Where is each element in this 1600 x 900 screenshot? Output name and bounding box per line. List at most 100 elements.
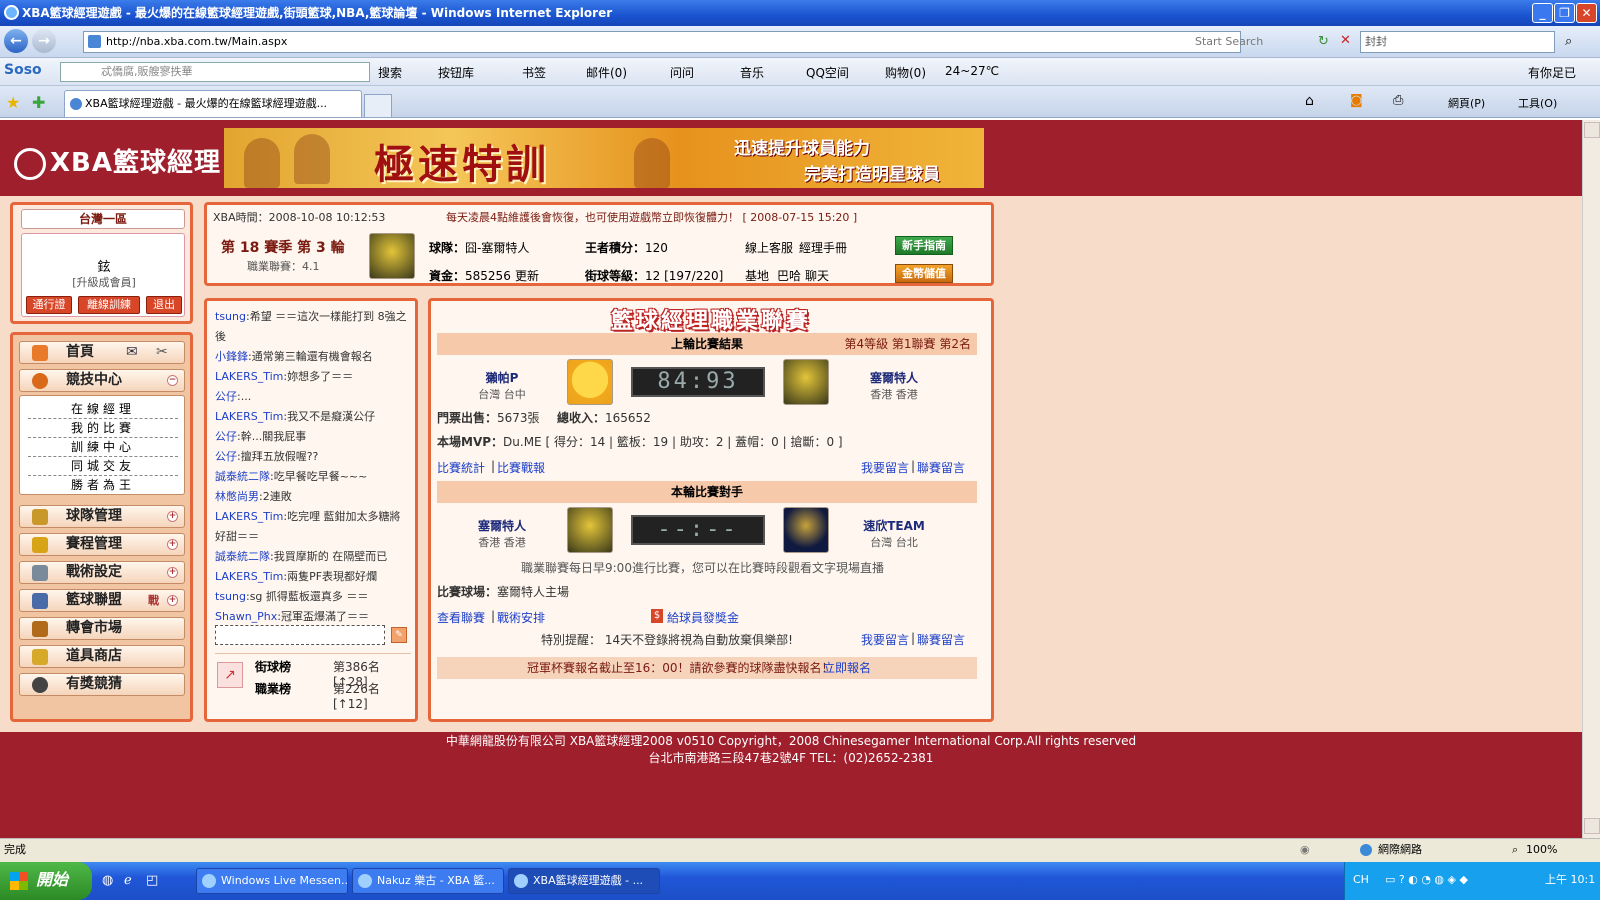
leave-message-link[interactable]: 我要留言: [861, 459, 909, 476]
maximize-button[interactable]: ❐: [1554, 3, 1575, 23]
chat-input[interactable]: [215, 625, 385, 645]
promo-banner[interactable]: 極速特訓 迅速提升球員能力 完美打造明星球員: [224, 128, 984, 188]
toolbar-item-weather[interactable]: 24~27℃: [945, 64, 999, 78]
manual-link[interactable]: 經理手冊: [799, 239, 847, 256]
menu-shop[interactable]: 道具商店: [19, 645, 185, 668]
next-away-team-name[interactable]: 速欣TEAM: [839, 517, 949, 534]
pro-rank-label[interactable]: 職業榜: [255, 680, 291, 697]
forward-icon[interactable]: →: [32, 29, 56, 53]
chat-sender[interactable]: LAKERS_Tim: [215, 370, 283, 383]
print-icon[interactable]: ⎙: [1393, 93, 1403, 108]
vertical-scrollbar[interactable]: [1582, 120, 1600, 838]
expand-icon[interactable]: +: [167, 511, 178, 522]
task-xba[interactable]: XBA籃球經理遊戲 - ...: [508, 868, 660, 894]
chat-sender[interactable]: LAKERS_Tim: [215, 410, 283, 423]
mail-icon[interactable]: ✉: [126, 342, 138, 363]
expand-icon[interactable]: +: [167, 567, 178, 578]
away-team[interactable]: 塞爾特人 香港 香港: [839, 369, 949, 402]
chat-sender[interactable]: 林憋尚男: [215, 490, 259, 503]
input-language[interactable]: CH: [1353, 873, 1369, 886]
privacy-icon[interactable]: ◉: [1300, 839, 1310, 861]
menu-league[interactable]: 籃球聯盟 戰 +: [19, 589, 185, 612]
favorites-star-icon[interactable]: ★: [6, 93, 20, 112]
chat-sender[interactable]: LAKERS_Tim: [215, 570, 283, 583]
chat-sender[interactable]: Shawn_Phx: [215, 610, 277, 623]
scroll-down-icon[interactable]: [1584, 818, 1600, 834]
league-message-link-2[interactable]: 聯賽留言: [917, 631, 965, 648]
next-home-team-name[interactable]: 塞爾特人: [447, 517, 557, 534]
chat-sender[interactable]: LAKERS_Tim: [215, 510, 283, 523]
start-search-label[interactable]: Start Search: [1195, 31, 1263, 53]
toolbar-item-buttons[interactable]: 按钮库: [438, 64, 474, 81]
start-button[interactable]: 開始: [0, 862, 92, 900]
logout-button[interactable]: 退出: [146, 296, 182, 314]
home-icon[interactable]: ⌂: [1305, 93, 1314, 109]
next-away-team[interactable]: 速欣TEAM 台灣 台北: [839, 517, 949, 550]
chat-sender[interactable]: 公仔: [215, 450, 237, 463]
submenu-winner[interactable]: 勝者為王: [28, 476, 178, 495]
address-bar[interactable]: http://nba.xba.com.tw/Main.aspx: [83, 31, 1241, 53]
upgrade-member-link[interactable]: [升級成會員]: [22, 274, 186, 290]
signup-link[interactable]: 立即報名: [823, 657, 871, 679]
quicklaunch-ie-icon[interactable]: ℯ: [124, 873, 132, 888]
menu-lottery[interactable]: 有獎競猜: [19, 673, 185, 696]
menu-team-management[interactable]: 球隊管理 +: [19, 505, 185, 528]
customer-service-link[interactable]: 線上客服: [745, 239, 793, 256]
match-stats-link[interactable]: 比賽統計: [437, 459, 485, 476]
league-message-link[interactable]: 聯賽留言: [917, 459, 965, 476]
player-bonus-link[interactable]: 給球員發獎金: [667, 609, 739, 626]
home-team-name[interactable]: 獺帕P: [447, 369, 557, 386]
toolbar-item-right[interactable]: 有你足已: [1528, 64, 1576, 81]
toolbar-item-bookmarks[interactable]: 书签: [522, 64, 546, 81]
expand-icon[interactable]: +: [167, 539, 178, 550]
offline-training-button[interactable]: 離線訓練: [78, 296, 140, 314]
close-button[interactable]: ✕: [1576, 3, 1597, 23]
expand-icon[interactable]: +: [167, 595, 178, 606]
scroll-up-icon[interactable]: [1584, 122, 1600, 138]
search-input[interactable]: 封封: [1360, 31, 1555, 53]
chat-sender[interactable]: 公仔: [215, 390, 237, 403]
update-link[interactable]: 更新: [515, 267, 539, 284]
site-logo[interactable]: XBA籃球經理: [14, 142, 221, 180]
soso-logo[interactable]: Soso: [4, 62, 42, 78]
submenu-online-manager[interactable]: 在線經理: [28, 400, 178, 419]
toolbar-item-qzone[interactable]: QQ空间: [806, 64, 849, 81]
minimize-button[interactable]: _: [1532, 3, 1553, 23]
home-team[interactable]: 獺帕P 台灣 台中: [447, 369, 557, 402]
street-rank-label[interactable]: 街球榜: [255, 658, 291, 675]
menu-home[interactable]: 首頁 ✉ ✂: [19, 341, 185, 364]
tab-xba[interactable]: XBA籃球經理遊戲 - 最火爆的在線籃球經理遊戲...: [64, 90, 362, 117]
chat-send-icon[interactable]: ✎: [391, 627, 407, 643]
toolbar-item-mail[interactable]: 邮件(0): [586, 64, 627, 81]
toolbar-item-music[interactable]: 音乐: [740, 64, 764, 81]
search-icon[interactable]: ⌕: [1565, 34, 1572, 49]
clock[interactable]: 上午 10:1: [1545, 862, 1595, 898]
quicklaunch-desktop-icon[interactable]: ◰: [146, 873, 158, 888]
chat-sender[interactable]: tsung: [215, 310, 246, 323]
menu-schedule[interactable]: 賽程管理 +: [19, 533, 185, 556]
refresh-icon[interactable]: ↻: [1318, 34, 1329, 49]
submenu-training[interactable]: 訓練中心: [28, 438, 178, 457]
feeds-icon[interactable]: ◙: [1350, 93, 1363, 108]
recharge-button[interactable]: 金幣儲值: [895, 264, 953, 283]
chat-sender[interactable]: 公仔: [215, 430, 237, 443]
collapse-icon[interactable]: −: [167, 375, 178, 386]
tray-icons[interactable]: ▭ ? ◐ ◔ ◍ ◈ ◆: [1385, 862, 1468, 898]
base-link[interactable]: 基地: [745, 267, 769, 284]
back-icon[interactable]: ←: [4, 29, 28, 53]
submenu-friends[interactable]: 同城交友: [28, 457, 178, 476]
next-home-team[interactable]: 塞爾特人 香港 香港: [447, 517, 557, 550]
menu-transfer[interactable]: 轉會市場: [19, 617, 185, 640]
chat-link[interactable]: 聊天: [805, 267, 829, 284]
chat-sender[interactable]: tsung: [215, 590, 246, 603]
stop-icon[interactable]: ✕: [1340, 33, 1351, 48]
away-team-name[interactable]: 塞爾特人: [839, 369, 949, 386]
task-nakuz[interactable]: Nakuz 樂古 - XBA 籃...: [352, 868, 504, 894]
page-menu[interactable]: 網頁(P): [1448, 95, 1485, 111]
quicklaunch-browser-icon[interactable]: ◍: [102, 873, 113, 888]
tools-menu[interactable]: 工具(O): [1518, 95, 1557, 111]
add-favorites-icon[interactable]: ✚: [32, 93, 45, 112]
settings-tools-icon[interactable]: ✂: [156, 342, 168, 363]
new-tab-button[interactable]: [364, 94, 392, 117]
toolbar-item-shopping[interactable]: 购物(0): [885, 64, 926, 81]
